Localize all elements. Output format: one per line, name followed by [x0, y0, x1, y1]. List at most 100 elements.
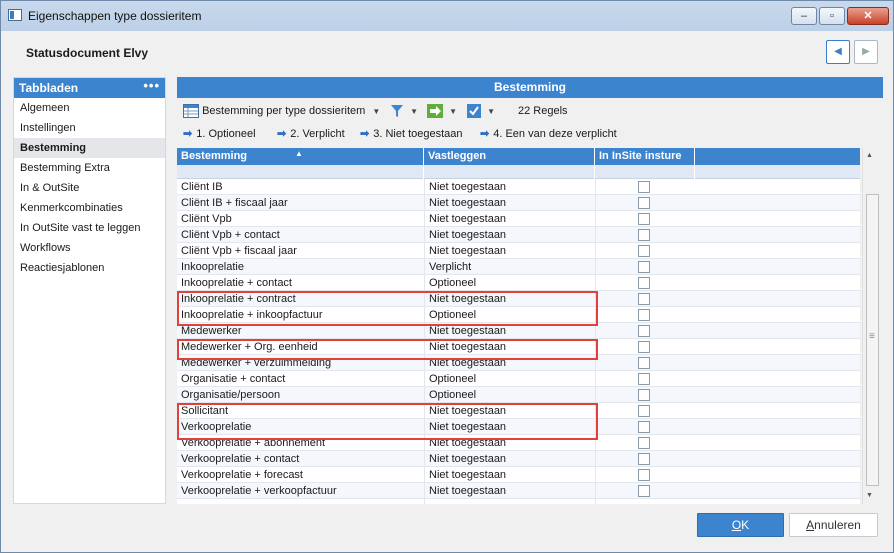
vertical-scrollbar[interactable]: ▲ ▼: [862, 148, 880, 504]
filter-niet-toegestaan[interactable]: ➡ 3. Niet toegestaan: [360, 125, 463, 143]
cell-vastleggen[interactable]: Niet toegestaan: [429, 323, 589, 339]
chevron-down-icon: ▼: [410, 107, 418, 116]
sidebar-item[interactable]: Bestemming Extra: [14, 158, 165, 178]
filter-optioneel[interactable]: ➡ 1. Optioneel: [183, 125, 256, 143]
insite-checkbox[interactable]: [638, 373, 650, 385]
table-row[interactable]: Verkooprelatie + abonnement Niet toegesta…: [177, 435, 860, 451]
filter-cell-bestemming[interactable]: [177, 165, 424, 179]
minimize-button[interactable]: ‒: [791, 7, 817, 25]
insite-checkbox[interactable]: [638, 389, 650, 401]
table-row[interactable]: Sollicitant Niet toegestaan: [177, 403, 860, 419]
sidebar-item[interactable]: In OutSite vast te leggen: [14, 218, 165, 238]
cell-vastleggen[interactable]: Niet toegestaan: [429, 355, 589, 371]
table-row[interactable]: Verkooprelatie + verkoopfactuur Niet toeg…: [177, 483, 860, 499]
chevron-down-icon: ▼: [449, 107, 457, 116]
sidebar-item[interactable]: Bestemming: [14, 138, 165, 158]
close-button[interactable]: ✕: [847, 7, 889, 25]
sidebar-item[interactable]: Instellingen: [14, 118, 165, 138]
insite-checkbox[interactable]: [638, 277, 650, 289]
select-button[interactable]: ▼: [467, 101, 495, 121]
maximize-button[interactable]: ▫: [819, 7, 845, 25]
cancel-button[interactable]: Annuleren: [789, 513, 878, 537]
sidebar-item[interactable]: Reactiesjablonen: [14, 258, 165, 278]
table-row[interactable]: Cliënt IB + fiscaal jaar Niet toegestaan: [177, 195, 860, 211]
table-row[interactable]: Organisatie/persoon Optioneel: [177, 387, 860, 403]
filter-cell-vastleggen[interactable]: [424, 165, 595, 179]
insite-checkbox[interactable]: [638, 309, 650, 321]
cell-vastleggen[interactable]: Niet toegestaan: [429, 451, 589, 467]
cell-vastleggen[interactable]: Optioneel: [429, 307, 589, 323]
insite-checkbox[interactable]: [638, 437, 650, 449]
insite-checkbox[interactable]: [638, 293, 650, 305]
sidebar-item[interactable]: Algemeen: [14, 98, 165, 118]
cell-vastleggen[interactable]: Niet toegestaan: [429, 179, 589, 195]
cell-vastleggen[interactable]: Niet toegestaan: [429, 339, 589, 355]
insite-checkbox[interactable]: [638, 229, 650, 241]
next-button[interactable]: ▶: [854, 40, 878, 64]
cell-vastleggen[interactable]: Niet toegestaan: [429, 419, 589, 435]
cell-vastleggen[interactable]: Niet toegestaan: [429, 227, 589, 243]
insite-checkbox[interactable]: [638, 181, 650, 193]
cell-vastleggen[interactable]: Niet toegestaan: [429, 211, 589, 227]
column-header-insite[interactable]: In InSite insture: [595, 148, 695, 165]
view-selector[interactable]: Bestemming per type dossieritem ▼: [183, 101, 380, 121]
insite-checkbox[interactable]: [638, 453, 650, 465]
table-row[interactable]: Verkooprelatie + contact Niet toegestaan: [177, 451, 860, 467]
cell-bestemming: Organisatie + contact: [181, 373, 286, 385]
filter-button[interactable]: ▼: [390, 101, 418, 121]
sidebar-item[interactable]: Kenmerkcombinaties: [14, 198, 165, 218]
export-button[interactable]: ▼: [427, 101, 457, 121]
filter-een-van-deze-verplicht[interactable]: ➡ 4. Een van deze verplicht: [480, 125, 617, 143]
table-row[interactable]: Cliënt Vpb Niet toegestaan: [177, 211, 860, 227]
table-row[interactable]: Inkooprelatie + contract Niet toegestaan: [177, 291, 860, 307]
cell-bestemming: Organisatie/persoon: [181, 389, 281, 401]
insite-checkbox[interactable]: [638, 341, 650, 353]
scrollbar-thumb[interactable]: [866, 194, 879, 486]
cell-vastleggen[interactable]: Niet toegestaan: [429, 467, 589, 483]
insite-checkbox[interactable]: [638, 405, 650, 417]
table-row[interactable]: Inkooprelatie + contact Optioneel: [177, 275, 860, 291]
insite-checkbox[interactable]: [638, 213, 650, 225]
cell-vastleggen[interactable]: Optioneel: [429, 275, 589, 291]
scroll-up-icon[interactable]: ▲: [866, 152, 873, 159]
filter-verplicht[interactable]: ➡ 2. Verplicht: [277, 125, 345, 143]
insite-checkbox[interactable]: [638, 261, 650, 273]
previous-button[interactable]: ◀: [826, 40, 850, 64]
cell-vastleggen[interactable]: Niet toegestaan: [429, 291, 589, 307]
insite-checkbox[interactable]: [638, 469, 650, 481]
insite-checkbox[interactable]: [638, 485, 650, 497]
more-options-icon[interactable]: •••: [143, 78, 160, 93]
ok-button[interactable]: OK: [697, 513, 784, 537]
table-row[interactable]: Inkooprelatie Verplicht: [177, 259, 860, 275]
table-row[interactable]: Medewerker Niet toegestaan: [177, 323, 860, 339]
table-row[interactable]: Verkooprelatie Niet toegestaan: [177, 419, 860, 435]
insite-checkbox[interactable]: [638, 245, 650, 257]
column-header-vastleggen[interactable]: Vastleggen: [424, 148, 595, 165]
table-row[interactable]: Cliënt Vpb + contact Niet toegestaan: [177, 227, 860, 243]
sidebar-item[interactable]: In & OutSite: [14, 178, 165, 198]
table-row[interactable]: Inkooprelatie + inkoopfactuur Optioneel: [177, 307, 860, 323]
cell-vastleggen[interactable]: Niet toegestaan: [429, 483, 589, 499]
cell-vastleggen[interactable]: Niet toegestaan: [429, 435, 589, 451]
scroll-down-icon[interactable]: ▼: [866, 492, 873, 499]
cell-vastleggen[interactable]: Niet toegestaan: [429, 403, 589, 419]
table-row[interactable]: Cliënt IB Niet toegestaan: [177, 179, 860, 195]
insite-checkbox[interactable]: [638, 421, 650, 433]
table-row[interactable]: Medewerker + verzuimmelding Niet toegesta…: [177, 355, 860, 371]
cell-vastleggen[interactable]: Niet toegestaan: [429, 243, 589, 259]
cell-vastleggen[interactable]: Optioneel: [429, 371, 589, 387]
insite-checkbox[interactable]: [638, 357, 650, 369]
cell-vastleggen[interactable]: Niet toegestaan: [429, 195, 589, 211]
grid-filter-row[interactable]: [177, 165, 860, 179]
insite-checkbox[interactable]: [638, 325, 650, 337]
sidebar-item[interactable]: Workflows: [14, 238, 165, 258]
filter-cell-insite[interactable]: [595, 165, 695, 179]
table-row[interactable]: Cliënt Vpb + fiscaal jaar Niet toegestaan: [177, 243, 860, 259]
cell-vastleggen[interactable]: Optioneel: [429, 387, 589, 403]
table-row[interactable]: Medewerker + Org. eenheid Niet toegestaan: [177, 339, 860, 355]
cell-vastleggen[interactable]: Verplicht: [429, 259, 589, 275]
column-header-bestemming[interactable]: Bestemming ▲: [177, 148, 424, 165]
table-row[interactable]: Organisatie + contact Optioneel: [177, 371, 860, 387]
insite-checkbox[interactable]: [638, 197, 650, 209]
table-row[interactable]: Verkooprelatie + forecast Niet toegestaan: [177, 467, 860, 483]
